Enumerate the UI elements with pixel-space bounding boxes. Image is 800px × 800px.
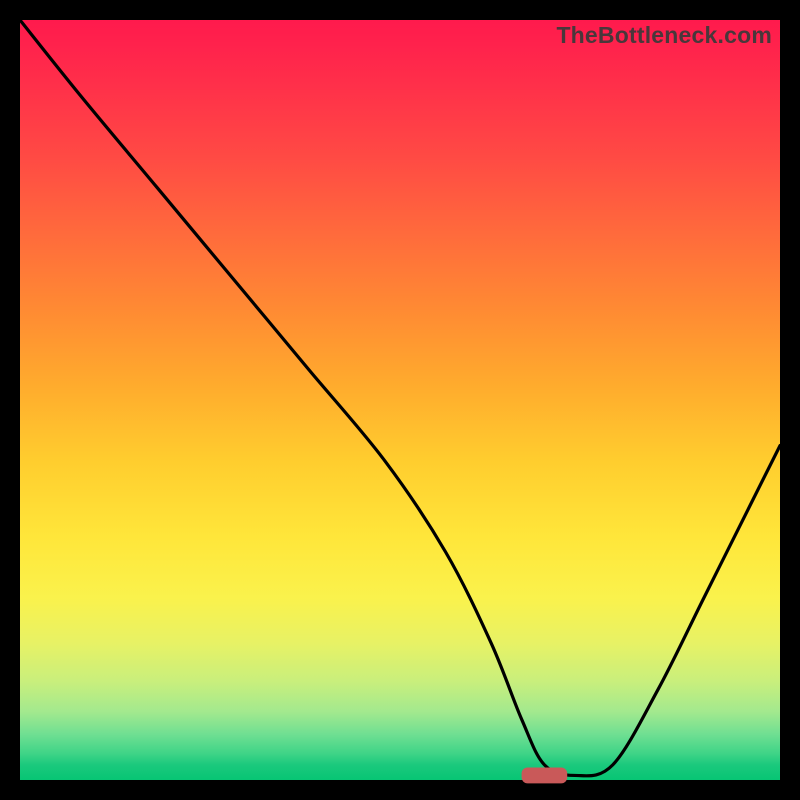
optimum-marker xyxy=(522,767,568,783)
bottleneck-curve xyxy=(20,20,780,776)
chart-svg xyxy=(20,20,780,780)
chart-frame: TheBottleneck.com xyxy=(20,20,780,780)
